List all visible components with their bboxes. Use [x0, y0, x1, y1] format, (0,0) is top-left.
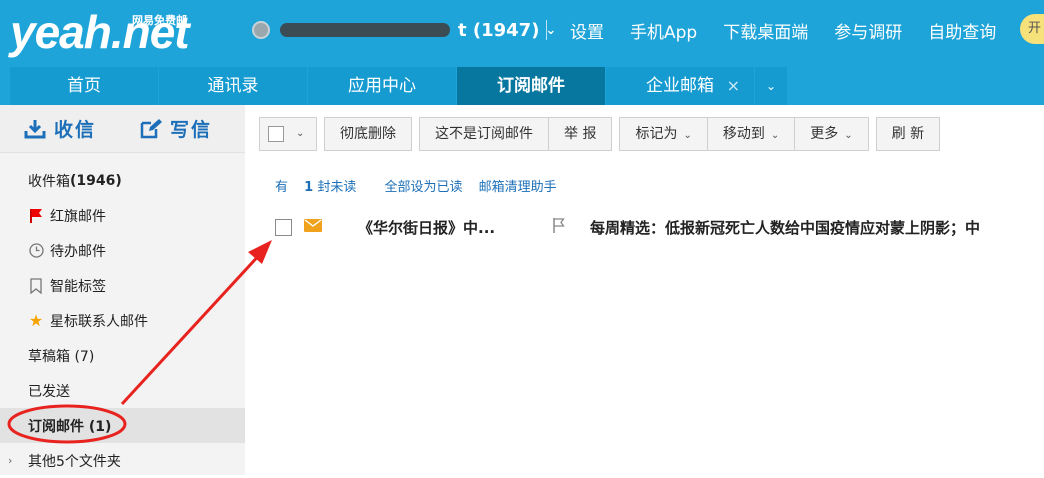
tab-label: 首页 — [67, 76, 101, 96]
settings-link[interactable]: 设置 — [570, 18, 604, 43]
tab-contacts[interactable]: 通讯录 — [159, 67, 307, 105]
mark-as-button[interactable]: 标记为 ⌄ — [619, 117, 708, 151]
move-to-button[interactable]: 移动到 ⌄ — [706, 117, 796, 151]
tab-subscriptions[interactable]: 订阅邮件 — [457, 67, 605, 105]
logo[interactable]: yeah.net 网易免费邮 — [10, 8, 190, 56]
chevron-down-icon: ⌄ — [545, 22, 557, 38]
folder-smart-tags[interactable]: 智能标签 — [0, 268, 245, 303]
redacted-username — [280, 23, 450, 37]
main-content: ⌄ 彻底删除 这不是订阅邮件 举 报 标记为 ⌄ 移动到 ⌄ 更多 ⌄ 刷 新 有 1… — [245, 105, 1044, 475]
compose-button[interactable]: 写信 — [140, 115, 212, 142]
folder-list: 收件箱 (1946) 红旗邮件 待办邮件 智能标签 ★ 星标联系人邮件 草稿箱 … — [0, 163, 245, 478]
refresh-button[interactable]: 刷 新 — [875, 117, 941, 151]
folder-label: 其他5个文件夹 — [28, 453, 121, 470]
clock-icon — [28, 243, 44, 259]
tab-enterprise-mail[interactable]: 企业邮箱 × — [606, 67, 754, 105]
bookmark-icon — [28, 277, 44, 294]
receive-button[interactable]: 收信 — [24, 115, 96, 142]
not-subscription-button[interactable]: 这不是订阅邮件 — [419, 117, 549, 151]
mark-all-read-link[interactable]: 全部设为已读 — [385, 180, 463, 195]
mail-sender: 《华尔街日报》中... — [358, 218, 496, 237]
chevron-down-icon: ⌄ — [765, 79, 777, 93]
unread-count: 1 — [304, 180, 314, 195]
select-all-dropdown[interactable]: ⌄ — [259, 117, 317, 151]
delete-permanently-button[interactable]: 彻底删除 — [324, 117, 412, 151]
more-label: 更多 — [810, 126, 839, 142]
tab-label: 订阅邮件 — [497, 76, 565, 96]
inbox-count: (1946) — [70, 172, 122, 189]
account-unread-count: t (1947) — [458, 19, 540, 41]
flag-icon[interactable] — [552, 217, 566, 237]
self-service-link[interactable]: 自助查询 — [928, 18, 996, 43]
move-to-label: 移动到 — [722, 126, 765, 142]
more-button[interactable]: 更多 ⌄ — [794, 117, 869, 151]
folder-subscriptions[interactable]: 订阅邮件 (1) — [0, 408, 245, 443]
download-desktop-link[interactable]: 下载桌面端 — [723, 18, 808, 43]
folder-label: 红旗邮件 — [50, 208, 106, 225]
tab-label: 企业邮箱 — [646, 76, 714, 96]
folder-label: 待办邮件 — [50, 243, 106, 260]
edit-icon — [140, 118, 163, 138]
tab-app-center[interactable]: 应用中心 — [308, 67, 456, 105]
chevron-down-icon: ⌄ — [683, 130, 692, 141]
folder-inbox[interactable]: 收件箱 (1946) — [0, 163, 245, 198]
unread-suffix: 封未读 — [317, 180, 357, 195]
star-icon: ★ — [28, 311, 44, 330]
table-row[interactable]: 《华尔街日报》中... 每周精选：低报新冠死亡人数给中国疫情应对蒙上阴影；中 — [275, 215, 1044, 239]
close-icon[interactable]: × — [727, 67, 740, 105]
tab-home[interactable]: 首页 — [10, 67, 158, 105]
row-checkbox[interactable] — [275, 218, 292, 236]
logo-slogan: 网易免费邮 — [132, 14, 187, 27]
folder-label: 星标联系人邮件 — [50, 313, 148, 330]
unread-prefix: 有 — [275, 180, 289, 195]
mailbox-cleanup-link[interactable]: 邮箱清理助手 — [479, 180, 557, 195]
sidebar: 收信 写信 收件箱 (1946) 红旗邮件 待办邮件 智能标签 ★ 星标联系人邮… — [0, 105, 245, 475]
folder-drafts[interactable]: 草稿箱 (7) — [0, 338, 245, 373]
survey-link[interactable]: 参与调研 — [834, 18, 902, 43]
receive-label: 收信 — [54, 119, 97, 141]
folder-red-flag[interactable]: 红旗邮件 — [0, 198, 245, 233]
tabs-more-button[interactable]: ⌄ — [755, 67, 787, 105]
inbox-download-icon — [24, 119, 46, 138]
folder-starred-contacts[interactable]: ★ 星标联系人邮件 — [0, 303, 245, 338]
chevron-down-icon: ⌄ — [296, 128, 305, 139]
info-bar: 有 1 封未读 全部设为已读 邮箱清理助手 — [275, 176, 569, 195]
top-links: 设置 手机App 下载桌面端 参与调研 自助查询 — [570, 18, 1022, 43]
mail-subject: 每周精选：低报新冠死亡人数给中国疫情应对蒙上阴影；中 — [590, 218, 981, 237]
folder-label: 智能标签 — [50, 278, 106, 295]
chevron-down-icon: ⌄ — [770, 130, 780, 141]
folder-todo[interactable]: 待办邮件 — [0, 233, 245, 268]
report-button[interactable]: 举 报 — [548, 117, 613, 151]
folder-sent[interactable]: 已发送 — [0, 373, 245, 408]
select-all-checkbox[interactable] — [268, 126, 284, 142]
top-bar: yeah.net 网易免费邮 t (1947) ⌄ 设置 手机App 下载桌面端… — [0, 0, 1044, 105]
mark-as-label: 标记为 — [635, 126, 678, 142]
folder-other[interactable]: › 其他5个文件夹 — [0, 443, 245, 478]
tab-label: 通讯录 — [207, 76, 259, 96]
folder-label: 草稿箱 (7) — [28, 348, 95, 365]
open-button[interactable]: 开 — [1020, 14, 1044, 44]
divider — [546, 20, 547, 40]
main-tabs: 首页 通讯录 应用中心 订阅邮件 企业邮箱 × ⌄ — [10, 67, 787, 105]
mobile-app-link[interactable]: 手机App — [630, 18, 697, 43]
folder-label: 订阅邮件 (1) — [28, 418, 112, 435]
avatar — [252, 21, 270, 39]
red-flag-icon — [28, 208, 44, 224]
account-menu[interactable]: t (1947) ⌄ — [252, 16, 556, 44]
unread-envelope-icon — [304, 218, 322, 236]
folder-label: 已发送 — [28, 383, 70, 400]
compose-label: 写信 — [170, 119, 213, 141]
unread-info[interactable]: 有 1 封未读 — [275, 180, 368, 195]
tab-label: 应用中心 — [348, 76, 416, 96]
compose-bar: 收信 写信 — [0, 105, 245, 153]
mail-toolbar: ⌄ 彻底删除 这不是订阅邮件 举 报 标记为 ⌄ 移动到 ⌄ 更多 ⌄ 刷 新 — [259, 117, 941, 151]
chevron-down-icon: ⌄ — [844, 130, 853, 141]
chevron-right-icon[interactable]: › — [8, 454, 12, 467]
folder-label: 收件箱 — [28, 173, 70, 190]
